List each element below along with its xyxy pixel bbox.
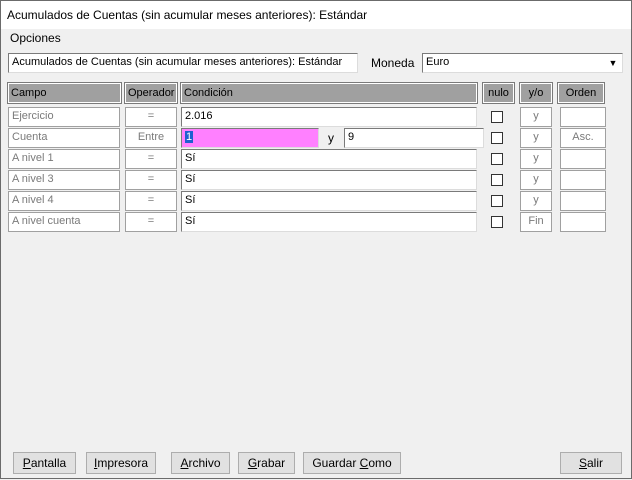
header-orden: Orden [557, 82, 605, 104]
window-title: Acumulados de Cuentas (sin acumular mese… [7, 8, 368, 22]
campo-nivel-4: A nivel 4 [8, 191, 120, 211]
campo-nivel-3: A nivel 3 [8, 170, 120, 190]
salir-key: S [578, 456, 587, 470]
operador-nivel-3[interactable]: = [125, 170, 177, 190]
yo-nivel-cuenta[interactable]: Fin [520, 212, 552, 232]
operador-cuenta[interactable]: Entre [125, 128, 177, 148]
operador-nivel-cuenta[interactable]: = [125, 212, 177, 232]
orden-nivel-3[interactable] [560, 170, 606, 190]
currency-value: Euro [426, 56, 450, 68]
condicion-nivel-cuenta[interactable]: Sí [181, 212, 477, 232]
pantalla-key: P [22, 456, 31, 470]
nulo-checkbox-ejercicio[interactable] [491, 111, 503, 123]
grabar-button[interactable]: Grabar [238, 452, 295, 474]
nulo-checkbox-nivel-cuenta[interactable] [491, 216, 503, 228]
grabar-key: G [247, 456, 258, 470]
archivo-button[interactable]: Archivo [171, 452, 230, 474]
currency-select[interactable]: Euro ▼ [422, 53, 623, 73]
nulo-checkbox-nivel-1[interactable] [491, 153, 503, 165]
impresora-post: mpresora [97, 456, 149, 470]
condicion-nivel-1[interactable]: Sí [181, 149, 477, 169]
archivo-key: A [180, 456, 189, 470]
campo-nivel-1: A nivel 1 [8, 149, 120, 169]
menu-opciones[interactable]: Opciones [10, 30, 61, 46]
yo-nivel-4[interactable]: y [520, 191, 552, 211]
campo-cuenta: Cuenta [8, 128, 120, 148]
condicion-nivel-4[interactable]: Sí [181, 191, 477, 211]
title-bar: Acumulados de Cuentas (sin acumular mese… [0, 0, 632, 29]
yo-ejercicio[interactable]: y [520, 107, 552, 127]
yo-cuenta[interactable]: y [520, 128, 552, 148]
nulo-checkbox-nivel-4[interactable] [491, 195, 503, 207]
condicion-cuenta-and-label: y [328, 131, 334, 145]
condicion-cuenta-desde[interactable]: 1 [181, 128, 319, 148]
guardar-como-button[interactable]: Guardar Como [303, 452, 401, 474]
guardar-como-post: omo [368, 456, 392, 470]
condicion-nivel-3[interactable]: Sí [181, 170, 477, 190]
guardar-como-pre: Guardar [312, 456, 360, 470]
nulo-checkbox-cuenta[interactable] [491, 132, 503, 144]
archivo-post: rchivo [188, 456, 221, 470]
orden-nivel-cuenta[interactable] [560, 212, 606, 232]
orden-nivel-4[interactable] [560, 191, 606, 211]
yo-nivel-3[interactable]: y [520, 170, 552, 190]
header-campo: Campo [7, 82, 122, 104]
header-condicion: Condición [180, 82, 478, 104]
condicion-cuenta-hasta[interactable]: 9 [344, 128, 484, 148]
operador-ejercicio[interactable]: = [125, 107, 177, 127]
pantalla-post: antalla [30, 456, 67, 470]
pantalla-button[interactable]: Pantalla [13, 452, 76, 474]
campo-nivel-cuenta: A nivel cuenta [8, 212, 120, 232]
orden-nivel-1[interactable] [560, 149, 606, 169]
orden-cuenta[interactable]: Asc. [560, 128, 606, 148]
orden-ejercicio[interactable] [560, 107, 606, 127]
campo-ejercicio: Ejercicio [8, 107, 120, 127]
yo-nivel-1[interactable]: y [520, 149, 552, 169]
nulo-checkbox-nivel-3[interactable] [491, 174, 503, 186]
condicion-cuenta-desde-value: 1 [185, 131, 194, 143]
operador-nivel-4[interactable]: = [125, 191, 177, 211]
salir-button[interactable]: Salir [560, 452, 622, 474]
report-name-field[interactable]: Acumulados de Cuentas (sin acumular mese… [8, 53, 358, 73]
header-operador: Operador [124, 82, 178, 104]
header-nulo: nulo [482, 82, 515, 104]
impresora-button[interactable]: Impresora [86, 452, 156, 474]
condicion-ejercicio[interactable]: 2.016 [181, 107, 477, 127]
currency-label: Moneda [371, 56, 415, 70]
operador-nivel-1[interactable]: = [125, 149, 177, 169]
salir-post: alir [587, 456, 604, 470]
chevron-down-icon[interactable]: ▼ [605, 55, 621, 71]
grabar-post: rabar [257, 456, 286, 470]
header-yo: y/o [519, 82, 553, 104]
